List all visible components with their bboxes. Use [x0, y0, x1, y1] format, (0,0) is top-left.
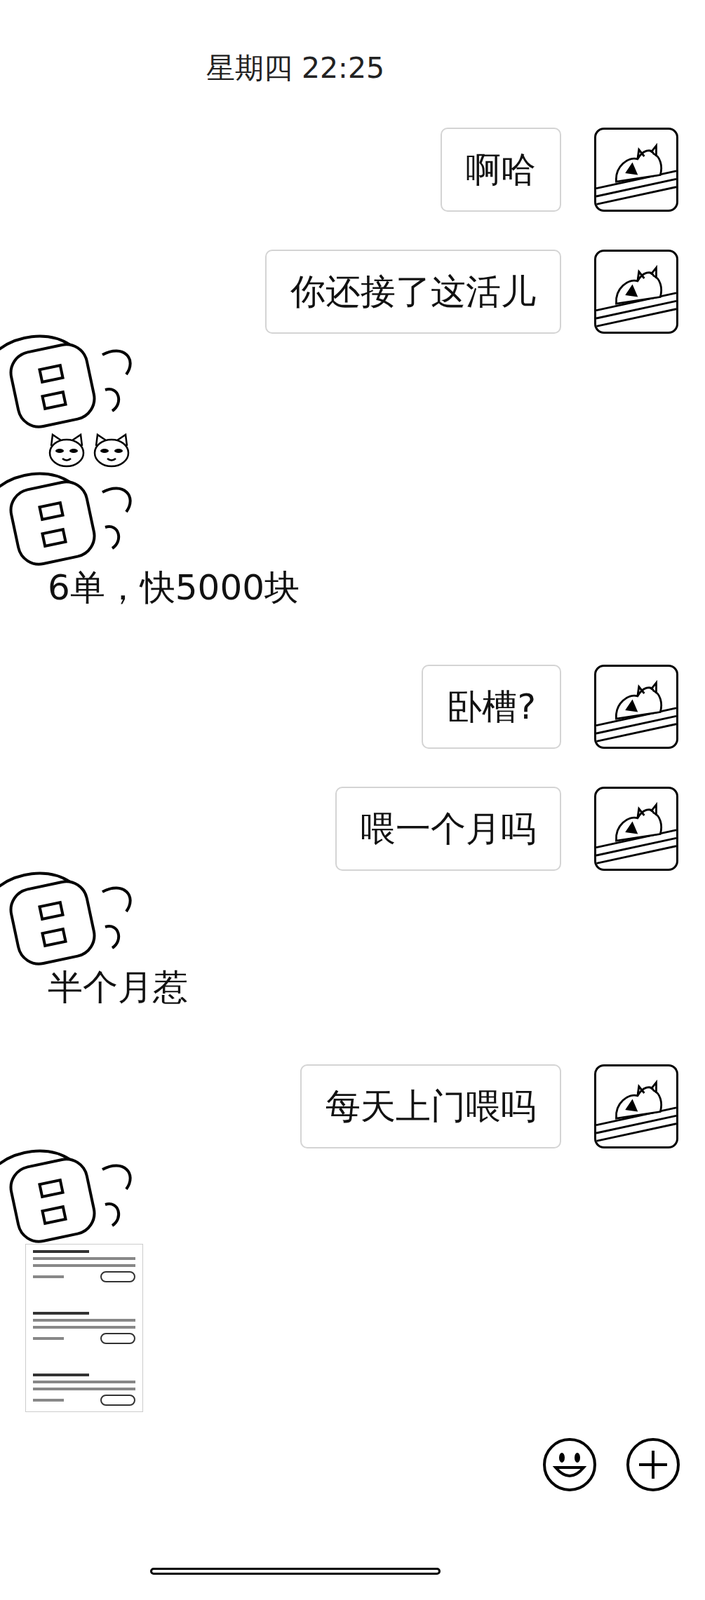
my-avatar[interactable]: [594, 665, 679, 750]
order-footer: [32, 1333, 136, 1345]
order-title-mark: [32, 1312, 90, 1316]
my-avatar[interactable]: [594, 249, 679, 334]
message-row: 卧槽?: [0, 665, 705, 750]
order-footer: [32, 1271, 136, 1284]
order-card: [32, 1312, 136, 1345]
message-row: 你还接了这活儿: [0, 249, 705, 334]
friend-avatar-icon[interactable]: [0, 1149, 141, 1245]
cat-avatar-icon: [596, 1066, 677, 1147]
order-button-mark: [100, 1395, 136, 1407]
message-row: [0, 333, 705, 472]
order-button-mark: [100, 1333, 136, 1345]
input-bar: [0, 1437, 705, 1494]
message-text[interactable]: 半个月惹: [47, 966, 188, 1009]
cat-face-icon: [90, 432, 133, 469]
message-bubble[interactable]: 你还接了这活儿: [265, 249, 562, 334]
my-avatar[interactable]: [594, 127, 679, 212]
order-line-mark: [32, 1264, 136, 1268]
cat-avatar-icon: [596, 251, 677, 332]
message-row: 半个月惹: [0, 871, 705, 1009]
order-card: [32, 1374, 136, 1407]
message-list: 啊哈你还接了这活儿 6单，快5000块卧槽? 喂一个月吗半个月惹每天上门喂吗: [0, 127, 705, 1413]
my-avatar[interactable]: [594, 1064, 679, 1150]
order-line-mark: [32, 1319, 136, 1323]
plus-icon[interactable]: [625, 1437, 682, 1494]
timestamp-row: 星期四 22:25: [0, 0, 591, 86]
home-indicator-row: [0, 1568, 591, 1576]
message-text[interactable]: 6单，快5000块: [47, 566, 300, 609]
message-bubble[interactable]: 每天上门喂吗: [300, 1064, 562, 1150]
home-indicator[interactable]: [150, 1568, 441, 1576]
order-price-mark: [32, 1399, 64, 1403]
message-row: 啊哈: [0, 127, 705, 212]
sticker-message[interactable]: [45, 429, 133, 472]
order-price-mark: [32, 1276, 64, 1279]
cat-face-icon: [45, 432, 88, 469]
order-button-mark: [100, 1271, 136, 1284]
friend-avatar-icon[interactable]: [0, 871, 141, 967]
order-card: [32, 1250, 136, 1284]
order-line-mark: [32, 1326, 136, 1330]
chat-screen: 星期四 22:25 啊哈你还接了这活儿 6单，快5000块卧槽? 喂一个月吗半个月惹每…: [0, 0, 705, 1600]
cat-avatar-icon: [596, 129, 677, 210]
order-title-mark: [32, 1250, 90, 1254]
emoji-icon[interactable]: [541, 1437, 598, 1494]
order-footer: [32, 1395, 136, 1407]
order-title-mark: [32, 1374, 90, 1378]
image-message[interactable]: [25, 1244, 144, 1413]
message-row: 每天上门喂吗: [0, 1064, 705, 1150]
message-row: [0, 1149, 705, 1413]
cat-avatar-icon: [596, 789, 677, 870]
message-bubble[interactable]: 啊哈: [440, 127, 562, 212]
my-avatar[interactable]: [594, 787, 679, 872]
cat-avatar-icon: [596, 667, 677, 748]
order-line-mark: [32, 1257, 136, 1261]
timestamp: 星期四 22:25: [206, 51, 385, 85]
message-bubble[interactable]: 喂一个月吗: [335, 787, 562, 872]
order-price-mark: [32, 1337, 64, 1341]
order-line-mark: [32, 1381, 136, 1385]
order-line-mark: [32, 1388, 136, 1392]
message-row: 6单，快5000块: [0, 471, 705, 609]
message-row: 喂一个月吗: [0, 787, 705, 872]
friend-avatar-icon[interactable]: [0, 333, 141, 430]
message-bubble[interactable]: 卧槽?: [421, 665, 562, 750]
friend-avatar-icon[interactable]: [0, 471, 141, 567]
